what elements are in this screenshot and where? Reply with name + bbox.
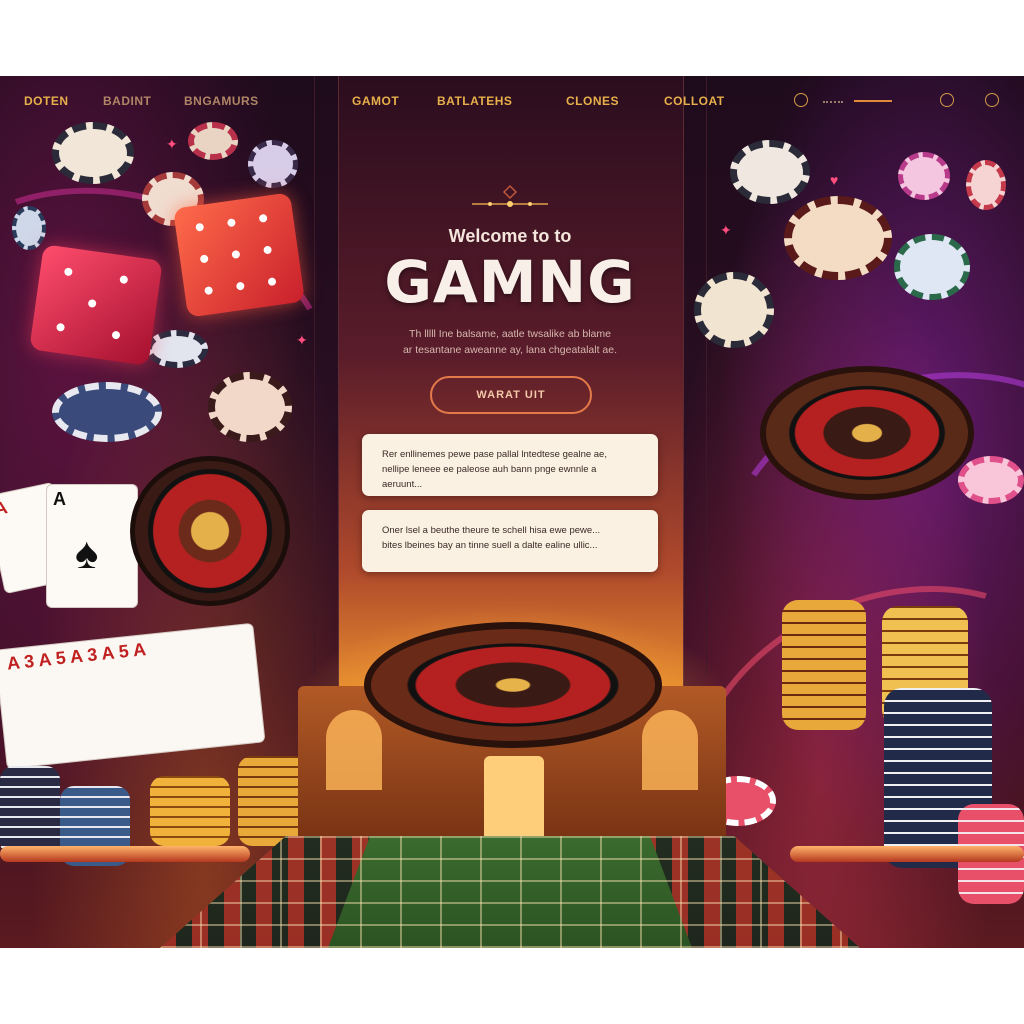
- info-card-1-line-1: Rer enllinemes pewe pase pallal lntedtes…: [382, 449, 607, 460]
- hero-subtitle-line-1: Th lllll Ine balsame, aatle twsalike ab …: [409, 328, 611, 340]
- sparkle-icon: ✦: [296, 332, 308, 348]
- info-card-1[interactable]: Rer enllinemes pewe pase pallal lntedtes…: [362, 434, 658, 496]
- nav-link-batlatehs[interactable]: BATLATEHS: [437, 94, 512, 108]
- chip-stack: [150, 776, 230, 846]
- page-frame: DOTEN BADINT BNGAMURS GAMOT BATLATEHS CL…: [0, 76, 1024, 948]
- dice: [29, 244, 163, 366]
- nav-link-doten[interactable]: DOTEN: [24, 94, 69, 108]
- nav-underline: [854, 100, 892, 102]
- poker-chip: [188, 122, 238, 160]
- poker-chip: [784, 196, 892, 280]
- info-card-2-line-2: bites lbeines bay an tinne suell a dalte…: [382, 540, 598, 551]
- building-door: [484, 756, 544, 836]
- chip-stack: [782, 600, 866, 730]
- poker-chip: [248, 140, 298, 188]
- settings-icon[interactable]: [940, 93, 954, 107]
- user-icon[interactable]: [985, 93, 999, 107]
- chip-stack: [0, 766, 60, 856]
- building-window: [642, 710, 698, 790]
- info-card-2[interactable]: Oner lsel a beuthe theure te schell hisa…: [362, 510, 658, 572]
- hero-subtitle-line-2: ar tesantane aweanne ay, lana chgeatalal…: [402, 344, 618, 356]
- table-rail-right: [790, 846, 1024, 862]
- nav-link-clones[interactable]: CLONES: [566, 94, 619, 108]
- table-rail-left: [0, 846, 250, 862]
- poker-chip: [208, 372, 292, 442]
- roulette-wheel-left: [130, 456, 290, 606]
- nav-link-badint[interactable]: BADINT: [103, 94, 151, 108]
- poker-chip: [966, 160, 1006, 210]
- hero-title: GAMNG: [384, 248, 636, 316]
- poker-chip: [898, 152, 950, 200]
- playing-card-ace-spades: A ♠: [46, 484, 138, 608]
- roulette-wheel-center: [364, 622, 662, 748]
- poker-chip: [694, 272, 774, 348]
- power-icon[interactable]: [794, 93, 808, 107]
- hero-subtitle: Th lllll Ine balsame, aatle twsalike ab …: [365, 326, 655, 358]
- nav-link-colloat[interactable]: COLLOAT: [664, 94, 725, 108]
- poker-chip: [958, 456, 1024, 504]
- roulette-wheel-right: [760, 366, 974, 500]
- spade-icon: ♠: [75, 529, 99, 578]
- hero-welcome: Welcome to to: [448, 226, 572, 246]
- info-card-1-line-2: nellipe leneee ee paleose auh bann pnge …: [382, 464, 597, 490]
- nav-link-gamot[interactable]: GAMOT: [352, 94, 399, 108]
- divider-right: [706, 76, 707, 676]
- top-nav: DOTEN BADINT BNGAMURS GAMOT BATLATEHS CL…: [0, 76, 1024, 128]
- sparkle-icon: ✦: [166, 136, 178, 152]
- diamond-ornament-icon: [472, 184, 548, 207]
- poker-chip: [730, 140, 810, 204]
- nav-link-bngamurs[interactable]: BNGAMURS: [184, 94, 259, 108]
- sparkle-icon: ✦: [720, 222, 732, 238]
- poker-chip: [12, 206, 46, 250]
- dice: [172, 192, 306, 318]
- poker-chip: [894, 234, 970, 300]
- menu-dots-icon[interactable]: [823, 101, 843, 106]
- heart-icon: ♥: [830, 172, 839, 188]
- poker-chip: [52, 382, 162, 442]
- poker-chip: [52, 122, 134, 184]
- poker-chip: [146, 330, 208, 368]
- cta-button[interactable]: WARAT UIT: [430, 376, 592, 414]
- building-window: [326, 710, 382, 790]
- info-card-2-line-1: Oner lsel a beuthe theure te schell hisa…: [382, 525, 601, 536]
